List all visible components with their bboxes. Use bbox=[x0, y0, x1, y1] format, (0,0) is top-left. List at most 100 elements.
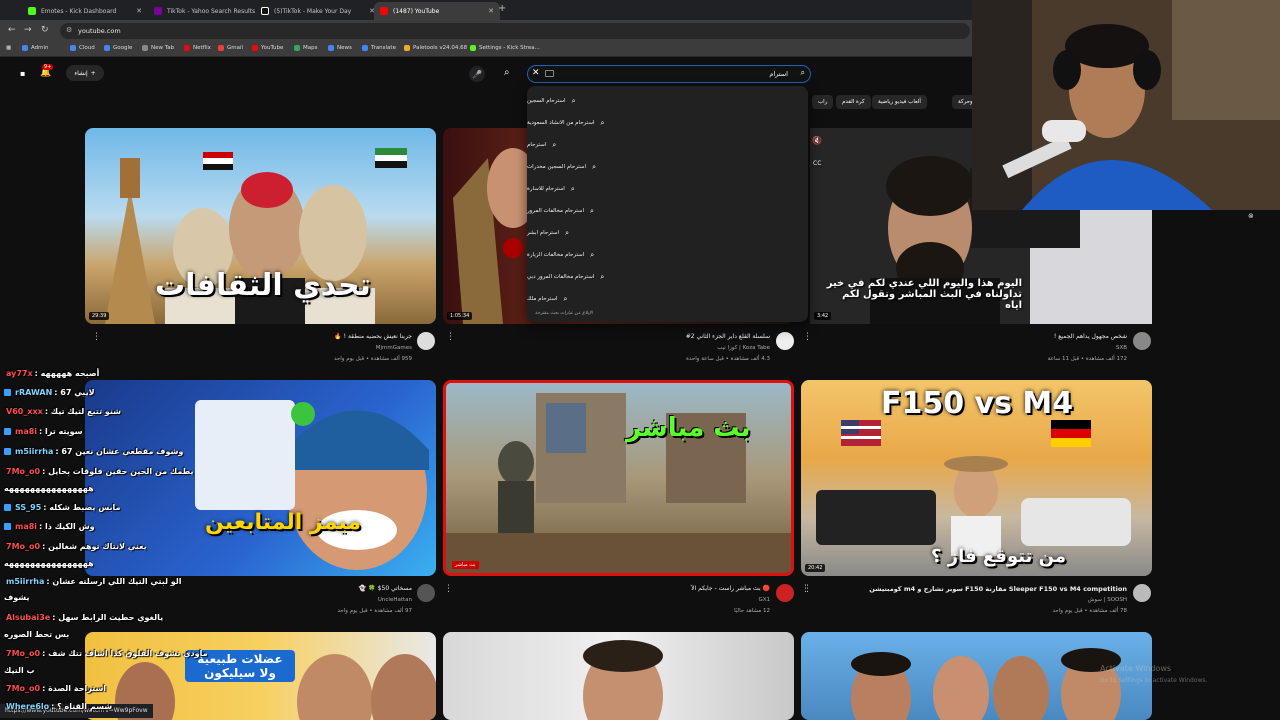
bookmark-item[interactable]: Admin bbox=[22, 45, 49, 51]
channel-avatar[interactable] bbox=[1133, 332, 1151, 350]
video-thumbnail[interactable]: تحدي الثقافات 29:39 bbox=[85, 128, 436, 324]
video-meta: 959 ألف مشاهدة • قبل يوم واحد bbox=[333, 356, 412, 362]
stream-chat-overlay: ay77x: أصبحه هههههه rRAWAN: 67 لايبي V60… bbox=[0, 365, 208, 720]
search-button-icon[interactable]: ⌕ bbox=[504, 67, 510, 78]
apps-icon[interactable]: ▦ bbox=[6, 45, 11, 51]
plus-icon: + bbox=[90, 69, 96, 77]
suggestion-item[interactable]: ⌕ استرحام ملك bbox=[527, 288, 808, 310]
video-thumbnail[interactable] bbox=[801, 632, 1152, 720]
close-icon[interactable]: ✕ bbox=[136, 7, 142, 15]
clear-search-icon[interactable]: ✕ bbox=[532, 68, 540, 78]
site-info-icon[interactable]: ⚙ bbox=[66, 26, 72, 34]
video-duration: 29:39 bbox=[89, 312, 110, 320]
account-menu-icon[interactable]: ▪ bbox=[20, 69, 25, 78]
mute-icon[interactable]: 🔇 bbox=[812, 136, 822, 145]
search-suggestions: ⌕ استرحام السجين ⌕ استرحام من الانشاد السع… bbox=[527, 86, 808, 322]
video-title[interactable]: Sleeper F150 vs M4 competition مقارنة F1… bbox=[869, 585, 1127, 593]
chat-username: m5iirrha bbox=[15, 447, 54, 456]
close-icon[interactable]: ✕ bbox=[488, 7, 494, 15]
bookmark-item[interactable]: New Tab bbox=[142, 45, 174, 51]
youtube-icon bbox=[380, 7, 388, 15]
reload-icon[interactable]: ↻ bbox=[41, 25, 49, 35]
video-title[interactable]: مسخاتي 50$ 🍀 👻 bbox=[359, 585, 412, 592]
suggestion-item[interactable]: ⌕ استرحام مخالفات الزيارة bbox=[527, 244, 808, 266]
captions-icon[interactable]: CC bbox=[812, 160, 823, 167]
back-icon[interactable]: ← bbox=[8, 25, 16, 35]
search-icon: ⌕ bbox=[570, 184, 575, 193]
chip[interactable]: كرة القدم bbox=[836, 95, 871, 109]
tab-tiktok[interactable]: (5)TikTok - Make Your Day ✕ bbox=[255, 2, 381, 20]
suggestion-item[interactable]: ⌕ استرحام السجين مخدرات bbox=[527, 156, 808, 178]
chat-username: V60_xxx bbox=[6, 407, 43, 416]
chat-text: : شنو تتبع لتيك تيك bbox=[44, 407, 122, 416]
bookmark-item[interactable]: Google bbox=[104, 45, 132, 51]
bookmark-item[interactable]: Paletools v24.04.68 bbox=[404, 45, 467, 51]
channel-avatar[interactable] bbox=[417, 584, 435, 602]
chat-username: ay77x bbox=[6, 369, 33, 378]
suggestion-item[interactable]: ⌕ استرحام مخالفات المرور دبي bbox=[527, 266, 808, 288]
more-options-icon[interactable]: ⋮ bbox=[444, 584, 453, 594]
chat-text: : يطمك من الحين حقين فلوقات بحايل bbox=[42, 467, 194, 476]
video-thumbnail[interactable] bbox=[443, 632, 794, 720]
channel-name[interactable]: Koza Tabe | كوزا تيب bbox=[717, 345, 770, 351]
chat-text: ههههههههههههههههه bbox=[4, 559, 94, 568]
voice-search-button[interactable]: 🎤 bbox=[469, 66, 485, 82]
suggestion-item[interactable]: ⌕ استرحام ابشر bbox=[527, 222, 808, 244]
more-options-icon[interactable]: ⋮ bbox=[803, 332, 812, 342]
keyboard-icon[interactable] bbox=[545, 70, 554, 77]
chat-message: m5iirrha: وشوف مقطعي عشان نعين 67 bbox=[4, 447, 183, 456]
new-tab-button[interactable]: + bbox=[498, 3, 506, 14]
search-icon: ⌕ bbox=[600, 118, 605, 127]
chat-username: SS_95 bbox=[15, 503, 42, 512]
bookmark-item[interactable]: Gmail bbox=[218, 45, 243, 51]
channel-name[interactable]: MjmmGames bbox=[376, 345, 412, 351]
channel-avatar[interactable] bbox=[776, 584, 794, 602]
video-title[interactable]: شخص مجهول يداهم الجميع ! bbox=[1054, 333, 1127, 340]
video-title[interactable]: 🔴 بث مباشر راست - جايكم الآ bbox=[691, 585, 770, 592]
channel-name[interactable]: SOOSH | سوش bbox=[1088, 597, 1127, 603]
bookmark-item[interactable]: Cloud bbox=[70, 45, 95, 51]
suggestion-item[interactable]: ⌕ استرحام من الانشاد السعودية bbox=[527, 112, 808, 134]
tab-kick-dashboard[interactable]: Emotes - Kick Dashboard ✕ bbox=[22, 2, 148, 20]
channel-name[interactable]: GX1 bbox=[758, 597, 770, 603]
address-bar[interactable]: ⚙ youtube.com bbox=[60, 23, 970, 39]
more-options-icon[interactable]: ⋮ bbox=[446, 332, 455, 342]
profile-icon[interactable]: ⊗ bbox=[1248, 212, 1254, 220]
bookmark-label: Paletools v24.04.68 bbox=[413, 45, 468, 51]
chat-message: يشوف bbox=[4, 593, 29, 602]
bookmark-item[interactable]: Maps bbox=[294, 45, 317, 51]
video-thumbnail[interactable]: F150 vs M4 من تتوقع فاز ؟ 20:42 bbox=[801, 380, 1152, 576]
chat-message: 7Mo_o0: يطمك من الحين حقين فلوقات بحايل bbox=[4, 467, 193, 476]
thumbnail-text: F150 vs M4 bbox=[881, 386, 1074, 421]
report-suggestions-link[interactable]: الإبلاغ عن عبارات بحث مقترحة bbox=[535, 311, 593, 316]
channel-name[interactable]: UncleHattan bbox=[378, 597, 412, 603]
create-button[interactable]: إنشاء + bbox=[66, 65, 104, 81]
chip[interactable]: راب bbox=[812, 95, 834, 109]
more-options-icon[interactable]: ⋮ bbox=[803, 584, 812, 594]
search-input[interactable]: ✕ استرام ⌕ bbox=[527, 65, 811, 83]
channel-name[interactable]: SXB bbox=[1116, 345, 1127, 351]
video-title[interactable]: جربنا نعيش بحضيه منطقة ! 🔥 bbox=[334, 333, 412, 340]
bookmark-item[interactable]: Translate bbox=[362, 45, 396, 51]
suggestion-item[interactable]: ⌕ استرحام مخالفات المرور bbox=[527, 200, 808, 222]
bookmark-item[interactable]: Netflix bbox=[184, 45, 211, 51]
video-title[interactable]: سلسلة القلع داير الجزء الثاني 2# bbox=[686, 333, 770, 340]
chat-message: ma8i: سويته ترا bbox=[4, 427, 83, 436]
chip[interactable]: ألعاب فيديو رياضية bbox=[872, 95, 927, 109]
tab-youtube[interactable]: (1487) YouTube ✕ bbox=[374, 2, 500, 20]
chat-message: m5iirrha: الو لبتي التيك اللي ارسلته عشا… bbox=[4, 577, 182, 586]
channel-avatar[interactable] bbox=[1133, 584, 1151, 602]
forward-icon[interactable]: → bbox=[24, 25, 32, 35]
suggestion-item[interactable]: ⌕ استرحام السجين bbox=[527, 90, 808, 112]
channel-avatar[interactable] bbox=[776, 332, 794, 350]
suggestion-item[interactable]: ⌕ استرحام bbox=[527, 134, 808, 156]
chat-username: 7Mo_o0 bbox=[6, 649, 41, 658]
video-thumbnail-live[interactable]: بث مباشر بث مباشر bbox=[443, 380, 794, 576]
more-options-icon[interactable]: ⋮ bbox=[92, 332, 101, 342]
bookmark-item[interactable]: Settings - Kick Strea... bbox=[470, 45, 540, 51]
channel-avatar[interactable] bbox=[417, 332, 435, 350]
suggestion-item[interactable]: ⌕ استرحام للاسارة bbox=[527, 178, 808, 200]
thumbnail-subtext: من تتوقع فاز ؟ bbox=[931, 546, 1066, 567]
bookmark-item[interactable]: YouTube bbox=[252, 45, 283, 51]
bookmark-item[interactable]: News bbox=[328, 45, 352, 51]
